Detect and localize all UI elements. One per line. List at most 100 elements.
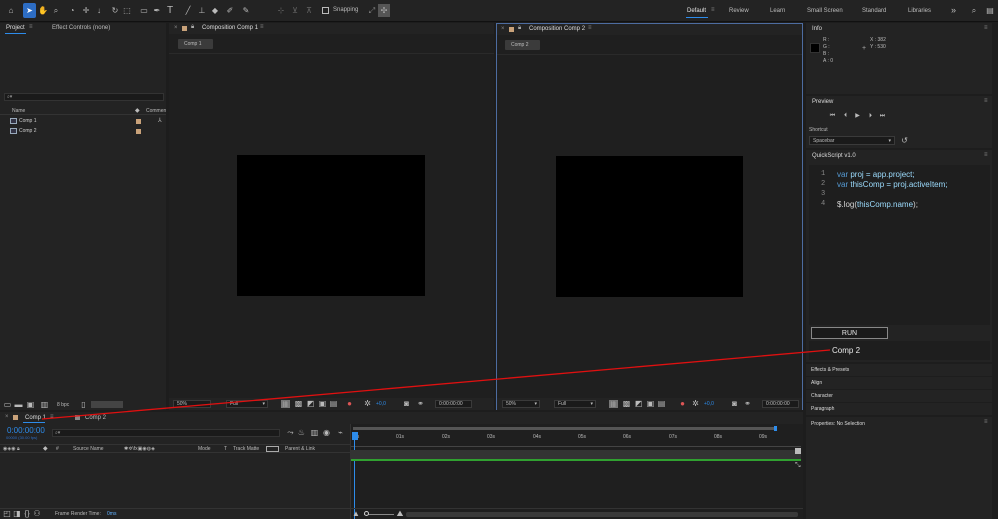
- snapshot-icon[interactable]: ◙: [730, 400, 739, 408]
- first-frame-icon[interactable]: ⏮: [828, 111, 837, 120]
- rotate-tool-icon[interactable]: ↻: [109, 4, 121, 18]
- selection-tool-icon[interactable]: ➤: [23, 3, 36, 18]
- timeline-menu-icon[interactable]: ≡: [50, 414, 54, 420]
- project-search-input[interactable]: ⌕▾: [4, 93, 164, 101]
- timeline-close-icon[interactable]: ×: [5, 414, 9, 420]
- viewer2-timecode-field[interactable]: 0:00:00:00: [762, 400, 799, 408]
- quickscript-title[interactable]: QuickScript v1.0: [812, 153, 856, 159]
- transparency-grid-icon[interactable]: ▩: [294, 400, 303, 408]
- time-ruler[interactable]: 0s 01s 02s 03s 04s 05s 06s 07s 08s 09s: [351, 432, 804, 448]
- mask-visibility-icon[interactable]: ◩: [634, 400, 643, 408]
- layer-number-header[interactable]: #: [56, 446, 59, 452]
- motion-blur-icon[interactable]: ◉: [322, 429, 331, 437]
- col-track-matte[interactable]: Track Matte: [233, 446, 259, 452]
- viewer2-menu-icon[interactable]: ≡: [588, 25, 592, 31]
- viewer1-tab-label[interactable]: Composition Comp 1: [202, 25, 258, 31]
- pan-behind-tool-icon[interactable]: ⬚: [121, 4, 133, 18]
- region-of-interest-icon[interactable]: ▦: [281, 400, 290, 408]
- workspace-more[interactable]: »: [951, 5, 956, 15]
- quickscript-menu-icon[interactable]: ≡: [984, 152, 988, 158]
- transfer-controls-icon[interactable]: {}: [23, 510, 31, 518]
- timeline-zoom-slider[interactable]: [364, 511, 394, 516]
- world-axis-icon[interactable]: ⊼: [303, 4, 315, 18]
- timeline-ruler-area[interactable]: 0s 01s 02s 03s 04s 05s 06s 07s 08s 09s ⤡: [350, 424, 803, 519]
- new-composition-icon[interactable]: ▣: [26, 400, 35, 409]
- properties-menu-icon[interactable]: ≡: [984, 419, 988, 425]
- workspace-default[interactable]: Default ≡: [678, 0, 720, 22]
- preview-menu-icon[interactable]: ≡: [984, 98, 988, 104]
- render-toggle-icon[interactable]: ◰: [3, 510, 11, 518]
- brush-tool-icon[interactable]: ╱: [182, 4, 194, 18]
- new-folder-icon[interactable]: ▬: [14, 400, 23, 409]
- viewer2-lock-icon[interactable]: 🔒︎: [518, 25, 521, 32]
- item-label-color[interactable]: [136, 119, 141, 124]
- workspace-menu-icon[interactable]: ≡: [711, 7, 715, 13]
- list-item[interactable]: Comp 1 ⅄: [0, 117, 166, 126]
- col-source-name[interactable]: Source Name: [73, 446, 104, 452]
- shortcut-dropdown[interactable]: Spacebar ▾: [809, 136, 895, 145]
- zoom-to-fit-icon[interactable]: ⤡: [795, 462, 801, 470]
- layer-switches-toggle-icon[interactable]: ◨: [13, 510, 21, 518]
- color-channels-icon[interactable]: ●: [678, 400, 687, 408]
- mask-visibility-icon[interactable]: ◩: [306, 400, 315, 408]
- next-frame-icon[interactable]: ⏵: [866, 111, 875, 120]
- timeline-horizontal-scrollbar[interactable]: [406, 512, 798, 517]
- col-t[interactable]: T: [224, 446, 227, 452]
- zoom-in-icon[interactable]: ⛰: [396, 510, 404, 518]
- project-menu-icon[interactable]: ≡: [29, 24, 33, 30]
- timeline-zoom-handle[interactable]: [364, 511, 369, 516]
- viewer1-zoom-dropdown[interactable]: 50%: [173, 400, 211, 408]
- viewer1-close-icon[interactable]: ×: [174, 25, 178, 31]
- playhead-marker[interactable]: [352, 432, 358, 440]
- av-switches-icon[interactable]: ◉◈◉ 🔒︎: [3, 446, 20, 452]
- timeline-search-input[interactable]: ⌕▾: [52, 429, 280, 437]
- col-name[interactable]: Name: [12, 108, 25, 114]
- guides-icon[interactable]: ▣: [646, 400, 655, 408]
- workspace-small-screen[interactable]: Small Screen: [807, 8, 843, 14]
- tab-timeline-comp1[interactable]: Comp 1: [25, 415, 46, 421]
- flowchart-icon[interactable]: ⅄: [158, 117, 162, 124]
- trash-icon[interactable]: ▯: [79, 400, 88, 409]
- code-editor[interactable]: 1 2 3 4 var proj = app.project; var this…: [809, 165, 990, 325]
- clone-stamp-tool-icon[interactable]: ⊥: [196, 4, 208, 18]
- list-item[interactable]: Comp 2: [0, 127, 166, 136]
- item-label-color[interactable]: [136, 129, 141, 134]
- comp-flowchart-icon[interactable]: ⤳: [286, 429, 295, 437]
- preview-title[interactable]: Preview: [812, 99, 833, 105]
- grid-icon[interactable]: ▤: [329, 400, 338, 408]
- properties-title[interactable]: Properties: No Selection: [811, 421, 865, 427]
- comp-marker-icon[interactable]: [795, 448, 801, 454]
- snapping-checkbox[interactable]: [322, 7, 329, 14]
- workspace-libraries[interactable]: Libraries: [908, 8, 931, 14]
- show-snapshot-icon[interactable]: ⚭: [743, 400, 752, 408]
- pan-tool-icon[interactable]: ✛: [80, 4, 92, 18]
- play-icon[interactable]: ▶: [853, 111, 862, 120]
- rectangle-tool-icon[interactable]: ▭: [138, 4, 150, 18]
- comp2-frame[interactable]: [556, 156, 743, 297]
- info-menu-icon[interactable]: ≡: [984, 25, 988, 31]
- tab-timeline-comp2[interactable]: Comp 2: [85, 415, 106, 421]
- color-settings-icon[interactable]: ✲: [363, 400, 372, 408]
- viewer2-comp-chip[interactable]: Comp 2: [505, 40, 540, 50]
- puppet-tool-icon[interactable]: ✎: [240, 4, 252, 18]
- viewer1-exposure[interactable]: +0,0: [376, 401, 386, 407]
- info-title[interactable]: Info: [812, 26, 822, 32]
- viewer1-resolution-dropdown[interactable]: Full ▾: [226, 400, 268, 408]
- effects-presets-panel[interactable]: Effects & Presets: [806, 364, 992, 376]
- local-axis-icon[interactable]: ⊻: [289, 4, 301, 18]
- transparency-grid-icon[interactable]: ▩: [622, 400, 631, 408]
- snapshot-icon[interactable]: ◙: [402, 400, 411, 408]
- last-frame-icon[interactable]: ⏭: [878, 111, 887, 120]
- matte-icons[interactable]: [266, 446, 279, 452]
- work-area-bar[interactable]: [353, 426, 777, 431]
- viewer2-exposure[interactable]: +0,0: [704, 401, 714, 407]
- run-button[interactable]: RUN: [811, 327, 888, 339]
- viewer1-menu-icon[interactable]: ≡: [260, 24, 264, 30]
- label-tag-icon[interactable]: ◆: [43, 445, 48, 452]
- viewer2-close-icon[interactable]: ×: [501, 26, 505, 32]
- layer-switches-icon[interactable]: ✱✲\fx▣◉◍◈: [124, 446, 155, 452]
- align-axis-icon[interactable]: ⊹: [275, 4, 287, 18]
- viewer2-tab-label[interactable]: Composition Comp 2: [529, 26, 585, 32]
- roto-brush-tool-icon[interactable]: ✐: [224, 4, 236, 18]
- project-settings-icon[interactable]: ▥: [40, 400, 49, 409]
